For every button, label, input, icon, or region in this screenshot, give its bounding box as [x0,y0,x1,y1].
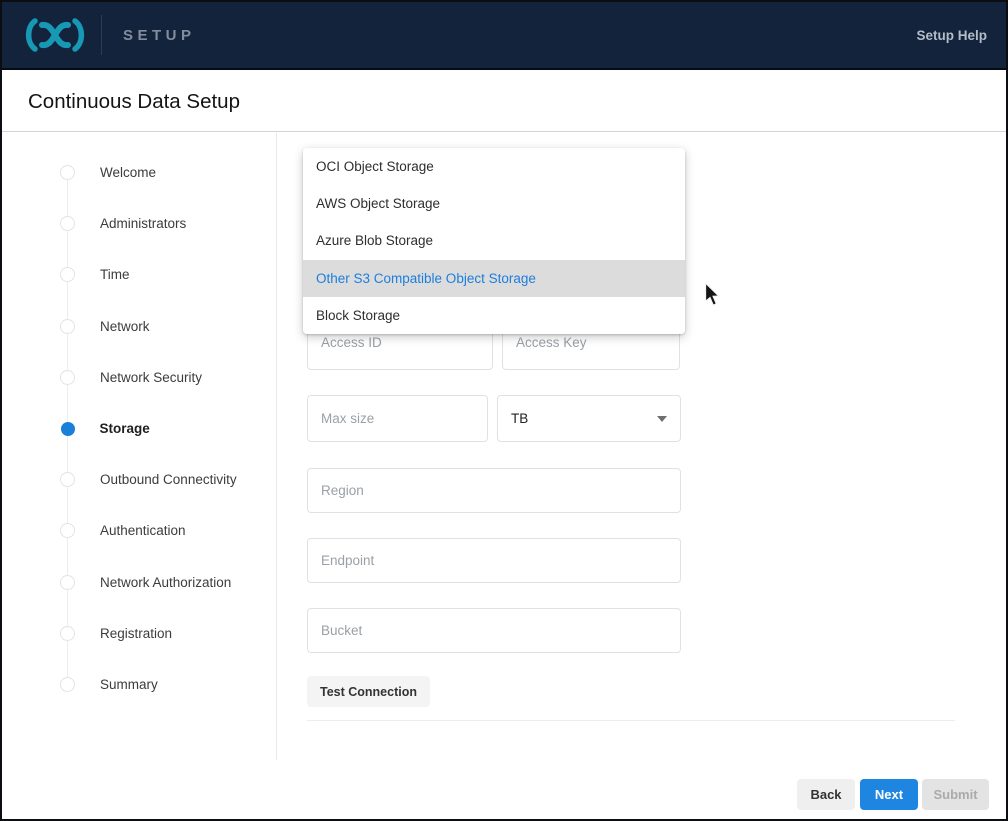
sidebar-item-storage[interactable]: Storage [2,403,276,454]
sidebar-item-network[interactable]: Network [2,301,276,352]
test-connection-button[interactable]: Test Connection [307,676,430,707]
max-size-unit-select[interactable]: TB [497,395,681,442]
app-window: SETUP Setup Help Continuous Data Setup W… [0,0,1008,821]
step-circle-icon [60,523,75,538]
step-label: Registration [100,626,172,641]
step-circle-icon [60,626,75,641]
back-button[interactable]: Back [797,779,855,810]
step-circle-icon [60,575,75,590]
step-label: Storage [100,421,150,436]
app-header: SETUP Setup Help [2,2,1006,70]
region-input[interactable] [307,468,681,513]
step-label: Administrators [100,216,186,231]
step-label: Summary [100,677,158,692]
next-button[interactable]: Next [860,779,918,810]
sidebar-item-summary[interactable]: Summary [2,659,276,710]
max-size-input[interactable] [307,395,488,442]
wizard-stepper: Welcome Administrators Time Network Netw… [2,133,277,760]
step-active-dot-icon [61,422,75,436]
dropdown-option-block-storage[interactable]: Block Storage [303,297,685,334]
page-title: Continuous Data Setup [28,90,240,114]
sidebar-item-time[interactable]: Time [2,249,276,300]
step-circle-icon [60,216,75,231]
step-circle-icon [60,319,75,334]
chevron-down-icon [657,416,667,422]
app-name: SETUP [123,27,196,44]
sidebar-item-network-security[interactable]: Network Security [2,352,276,403]
storage-form: TB Test Connection OCI Object Storage AW… [277,133,1006,760]
sidebar-item-welcome[interactable]: Welcome [2,147,276,198]
delphix-logo [22,13,88,57]
delphix-logo-icon [22,13,88,57]
sidebar-item-administrators[interactable]: Administrators [2,198,276,249]
step-label: Network [100,319,150,334]
dropdown-option-other-s3-compatible[interactable]: Other S3 Compatible Object Storage [303,260,685,297]
dropdown-option-oci-object-storage[interactable]: OCI Object Storage [303,148,685,185]
body-area: Welcome Administrators Time Network Netw… [2,133,1006,760]
unit-selected-value: TB [511,411,528,426]
dropdown-option-azure-blob-storage[interactable]: Azure Blob Storage [303,222,685,259]
step-label: Outbound Connectivity [100,472,237,487]
content-divider [307,720,955,721]
setup-help-link[interactable]: Setup Help [916,28,987,43]
sidebar-item-network-authorization[interactable]: Network Authorization [2,557,276,608]
submit-button[interactable]: Submit [922,779,989,810]
sidebar-item-registration[interactable]: Registration [2,608,276,659]
step-circle-icon [60,677,75,692]
dropdown-option-aws-object-storage[interactable]: AWS Object Storage [303,185,685,222]
step-label: Welcome [100,165,156,180]
step-label: Network Authorization [100,575,231,590]
step-label: Network Security [100,370,202,385]
header-divider [101,15,102,55]
step-circle-icon [60,472,75,487]
sidebar-item-outbound-connectivity[interactable]: Outbound Connectivity [2,454,276,505]
storage-type-dropdown-menu: OCI Object Storage AWS Object Storage Az… [303,148,685,334]
bucket-input[interactable] [307,608,681,653]
step-circle-icon [60,370,75,385]
step-label: Time [100,267,130,282]
step-circle-icon [60,165,75,180]
step-label: Authentication [100,523,186,538]
title-bar: Continuous Data Setup [2,72,1006,132]
sidebar-item-authentication[interactable]: Authentication [2,505,276,556]
endpoint-input[interactable] [307,538,681,583]
step-circle-icon [60,267,75,282]
